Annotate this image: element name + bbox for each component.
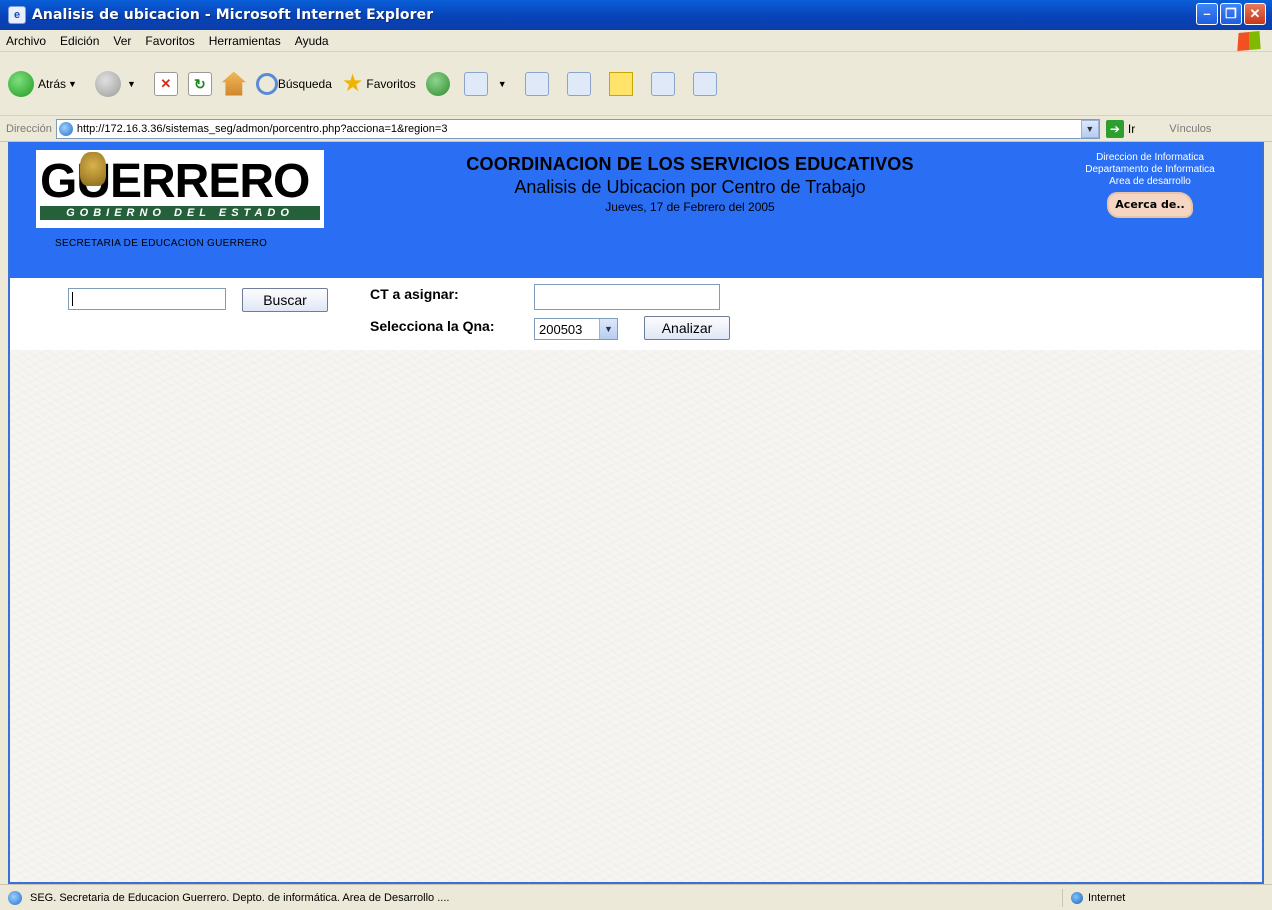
toolbar: Atrás ▼ ▼ ✕ ↻ Búsqueda ★ Favoritos ▼	[0, 52, 1272, 116]
security-zone: Internet	[1062, 889, 1272, 907]
header-titles: COORDINACION DE LOS SERVICIOS EDUCATIVOS…	[390, 154, 990, 214]
mail-icon	[463, 71, 488, 96]
menu-edicion[interactable]: Edición	[60, 34, 99, 48]
menu-bar: Archivo Edición Ver Favoritos Herramient…	[0, 30, 1272, 52]
search-label: Búsqueda	[277, 76, 332, 91]
zone-label: Internet	[1088, 892, 1126, 904]
status-text: SEG. Secretaria de Educacion Guerrero. D…	[30, 891, 450, 904]
address-bar: Dirección http://172.16.3.36/sistemas_se…	[0, 116, 1272, 142]
go-arrow-icon: ➔	[1105, 119, 1124, 138]
status-page-icon	[8, 890, 22, 905]
favorites-button[interactable]: ★ Favoritos	[341, 69, 416, 97]
window-controls: – ❐ ✕	[1196, 3, 1266, 25]
messenger-button[interactable]	[692, 71, 725, 96]
header-banner: GUERRERO GOBIERNO DEL ESTADO SECRETARIA …	[10, 142, 1262, 278]
search-input[interactable]	[68, 288, 226, 310]
credit-line-1: Direccion de Informatica	[1096, 152, 1204, 163]
header-credits: Direccion de Informatica Departamento de…	[1060, 152, 1240, 216]
home-icon	[221, 71, 246, 96]
back-label: Atrás	[38, 76, 67, 91]
page-subtitle: Analisis de Ubicacion por Centro de Trab…	[514, 177, 866, 197]
qna-label: Selecciona la Qna:	[370, 318, 495, 334]
forward-arrow-icon	[94, 70, 121, 97]
title-bar: e Analisis de ubicacion - Microsoft Inte…	[0, 0, 1272, 30]
research-button[interactable]	[650, 71, 683, 96]
back-arrow-icon	[8, 70, 34, 97]
qna-select[interactable]: 200503 ▼	[534, 318, 618, 340]
minimize-button[interactable]: –	[1196, 3, 1218, 25]
address-dropdown-icon[interactable]: ▼	[1080, 119, 1099, 138]
history-button[interactable]	[425, 71, 454, 96]
state-seal-icon	[80, 152, 106, 186]
note-button[interactable]	[608, 71, 641, 96]
ie-app-icon: e	[8, 6, 26, 24]
credit-line-3: Area de desarrollo	[1109, 176, 1191, 187]
guerrero-logo: GUERRERO GOBIERNO DEL ESTADO	[36, 150, 324, 228]
address-input[interactable]: http://172.16.3.36/sistemas_seg/admon/po…	[55, 118, 1100, 139]
status-bar: SEG. Secretaria de Educacion Guerrero. D…	[0, 884, 1272, 910]
back-dropdown-icon[interactable]: ▼	[68, 79, 77, 89]
note-icon	[608, 71, 633, 96]
favorites-label: Favoritos	[366, 76, 416, 91]
history-icon	[425, 71, 450, 96]
logo-strip: GOBIERNO DEL ESTADO	[40, 206, 320, 220]
forward-dropdown-icon[interactable]: ▼	[127, 79, 136, 89]
links-label[interactable]: Vínculos	[1169, 123, 1211, 135]
home-button[interactable]	[221, 71, 246, 96]
stop-icon: ✕	[153, 71, 178, 96]
back-button[interactable]: Atrás ▼	[8, 70, 85, 97]
window-title: Analisis de ubicacion - Microsoft Intern…	[32, 7, 434, 23]
maximize-button[interactable]: ❐	[1220, 3, 1242, 25]
research-icon	[650, 71, 675, 96]
menu-favoritos[interactable]: Favoritos	[145, 34, 194, 48]
messenger-icon	[692, 71, 717, 96]
menu-ayuda[interactable]: Ayuda	[295, 34, 329, 48]
buscar-button[interactable]: Buscar	[242, 288, 328, 312]
star-icon: ★	[341, 69, 364, 97]
page-viewport: GUERRERO GOBIERNO DEL ESTADO SECRETARIA …	[8, 142, 1264, 884]
close-button[interactable]: ✕	[1244, 3, 1266, 25]
qna-selected-value: 200503	[539, 321, 583, 337]
credit-line-2: Departamento de Informatica	[1085, 164, 1215, 175]
refresh-icon: ↻	[187, 71, 212, 96]
page-title: COORDINACION DE LOS SERVICIOS EDUCATIVOS	[466, 154, 914, 174]
menu-archivo[interactable]: Archivo	[6, 34, 46, 48]
address-url: http://172.16.3.36/sistemas_seg/admon/po…	[76, 122, 448, 135]
ct-input[interactable]	[534, 284, 720, 310]
mail-button[interactable]: ▼	[463, 71, 515, 96]
results-area	[10, 350, 1262, 882]
search-button[interactable]: Búsqueda	[255, 72, 332, 95]
page-icon	[58, 121, 73, 136]
globe-icon	[1071, 892, 1083, 904]
chevron-down-icon[interactable]: ▼	[599, 319, 617, 339]
search-form: Buscar CT a asignar: Selecciona la Qna: …	[10, 278, 1262, 351]
ct-label: CT a asignar:	[370, 286, 459, 302]
menu-ver[interactable]: Ver	[113, 34, 131, 48]
windows-logo-icon	[1237, 31, 1261, 51]
print-button[interactable]	[524, 71, 557, 96]
edit-icon	[566, 71, 591, 96]
forward-button[interactable]: ▼	[94, 70, 144, 97]
stop-button[interactable]: ✕	[153, 71, 178, 96]
page-date: Jueves, 17 de Febrero del 2005	[605, 200, 775, 214]
logo-subtitle: SECRETARIA DE EDUCACION GUERRERO	[55, 238, 268, 249]
about-button[interactable]: Acerca de..	[1109, 194, 1191, 216]
go-label: Ir	[1127, 121, 1136, 136]
analizar-button[interactable]: Analizar	[644, 316, 730, 340]
print-icon	[524, 71, 549, 96]
menu-herramientas[interactable]: Herramientas	[209, 34, 281, 48]
edit-button[interactable]	[566, 71, 599, 96]
refresh-button[interactable]: ↻	[187, 71, 212, 96]
search-icon	[255, 72, 278, 95]
go-button[interactable]: ➔ Ir	[1105, 119, 1136, 138]
mail-dropdown-icon[interactable]: ▼	[498, 79, 507, 89]
address-label: Dirección	[6, 122, 52, 135]
